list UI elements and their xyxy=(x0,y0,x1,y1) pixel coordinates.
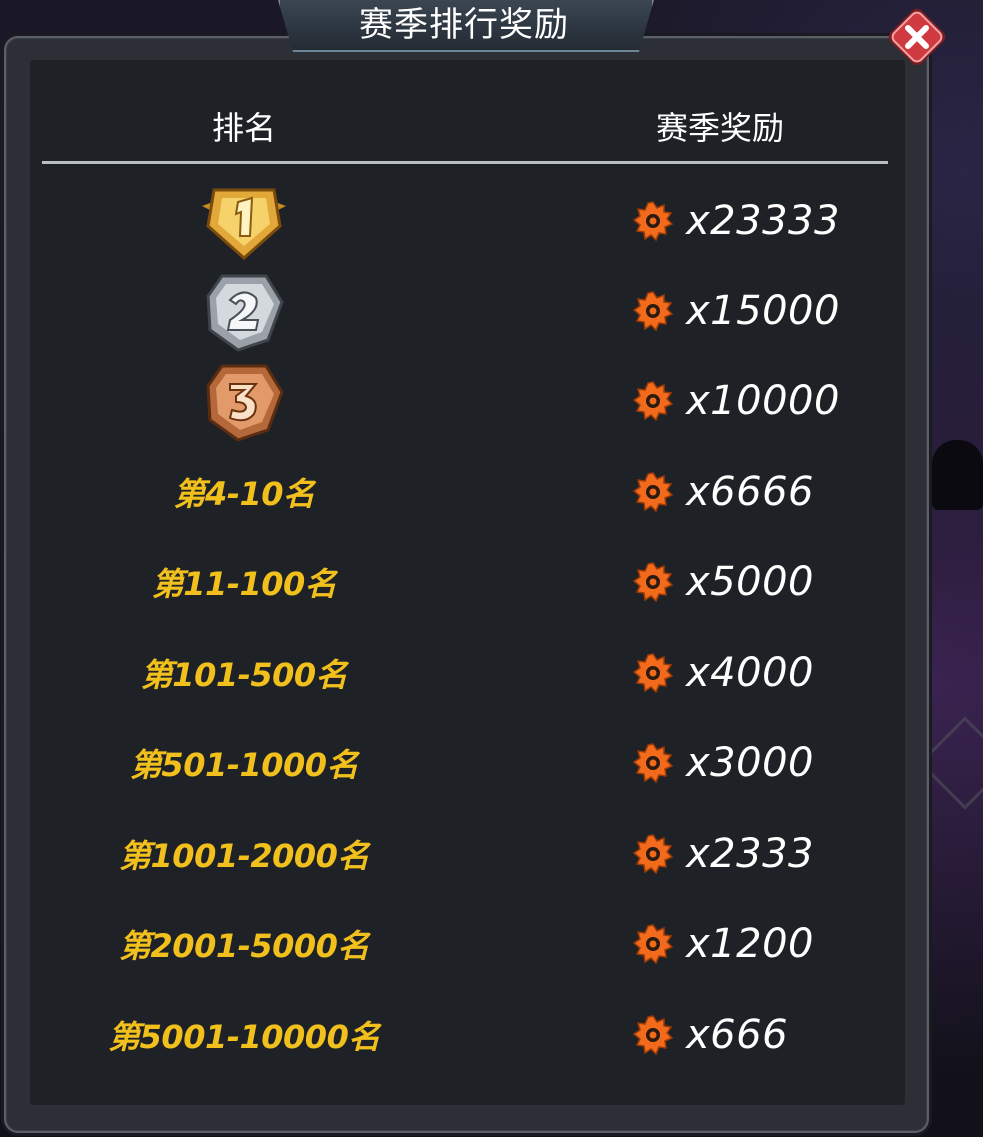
rank-label: 第5001-10000名 xyxy=(108,1018,380,1056)
reward-row: x10000 xyxy=(42,356,888,446)
rank-cell: 第4-10名 xyxy=(42,447,446,537)
reward-cell: x3000 xyxy=(632,718,888,808)
reward-amount: x6666 xyxy=(686,469,814,515)
orange-gear-icon xyxy=(632,834,674,875)
reward-row: x15000 xyxy=(42,266,888,356)
bronze-medal-3-icon xyxy=(206,364,284,442)
rank-label: 第11-100名 xyxy=(151,565,337,603)
reward-amount: x1200 xyxy=(686,921,814,967)
reward-cell: x1200 xyxy=(632,899,888,989)
header-divider xyxy=(42,161,888,164)
reward-amount: x10000 xyxy=(686,378,840,424)
orange-gear-icon xyxy=(632,743,674,784)
reward-column-header: 赛季奖励 xyxy=(655,109,784,147)
rank-cell: 第11-100名 xyxy=(42,537,446,627)
reward-row: x23333 xyxy=(42,176,888,266)
rank-cell: 第101-500名 xyxy=(42,628,446,718)
rank-cell xyxy=(42,266,446,356)
reward-cell: x5000 xyxy=(632,537,888,627)
reward-amount: x3000 xyxy=(686,740,814,786)
reward-cell: x10000 xyxy=(632,356,888,446)
close-icon xyxy=(888,8,946,66)
reward-cell: x2333 xyxy=(632,809,888,899)
close-button[interactable] xyxy=(886,6,948,68)
orange-gear-icon xyxy=(632,653,674,694)
reward-amount: x5000 xyxy=(686,559,814,605)
rank-label: 第101-500名 xyxy=(140,656,348,694)
reward-row: 第501-1000名 x3000 xyxy=(42,718,888,808)
rank-label: 第1001-2000名 xyxy=(119,837,369,875)
rank-cell xyxy=(42,356,446,446)
reward-row: 第4-10名 x6666 xyxy=(42,447,888,537)
reward-row: 第11-100名 x5000 xyxy=(42,537,888,627)
reward-amount: x15000 xyxy=(686,288,840,334)
orange-gear-icon xyxy=(632,1015,674,1056)
rank-column-header: 排名 xyxy=(211,109,276,147)
orange-gear-icon xyxy=(632,472,674,513)
gold-medal-1-icon xyxy=(202,188,286,261)
reward-cell: x666 xyxy=(632,990,888,1080)
rank-label: 第2001-5000名 xyxy=(119,927,369,965)
reward-cell: x23333 xyxy=(632,176,888,266)
background-character-silhouette xyxy=(932,440,983,510)
reward-row: 第101-500名 x4000 xyxy=(42,628,888,718)
reward-cell: x4000 xyxy=(632,628,888,718)
reward-amount: x23333 xyxy=(686,198,840,244)
dialog-title: 赛季排行奖励 xyxy=(359,5,569,45)
rank-cell: 第501-1000名 xyxy=(42,718,446,808)
reward-amount: x666 xyxy=(686,1012,789,1058)
orange-gear-icon xyxy=(632,924,674,965)
orange-gear-icon xyxy=(632,562,674,603)
rank-cell xyxy=(42,176,446,266)
reward-cell: x15000 xyxy=(632,266,888,356)
reward-cell: x6666 xyxy=(632,447,888,537)
orange-gear-icon xyxy=(632,201,674,242)
rank-label: 第501-1000名 xyxy=(129,746,359,784)
reward-row: 第2001-5000名 x1200 xyxy=(42,899,888,989)
rank-cell: 第2001-5000名 xyxy=(42,899,446,989)
silver-medal-2-icon xyxy=(206,274,284,352)
rank-label: 第4-10名 xyxy=(173,475,315,513)
reward-amount: x4000 xyxy=(686,650,814,696)
reward-amount: x2333 xyxy=(686,831,814,877)
orange-gear-icon xyxy=(632,291,674,332)
orange-gear-icon xyxy=(632,381,674,422)
rank-cell: 第5001-10000名 xyxy=(42,990,446,1080)
reward-row: 第5001-10000名 x666 xyxy=(42,990,888,1080)
reward-row: 第1001-2000名 x2333 xyxy=(42,809,888,899)
rank-cell: 第1001-2000名 xyxy=(42,809,446,899)
